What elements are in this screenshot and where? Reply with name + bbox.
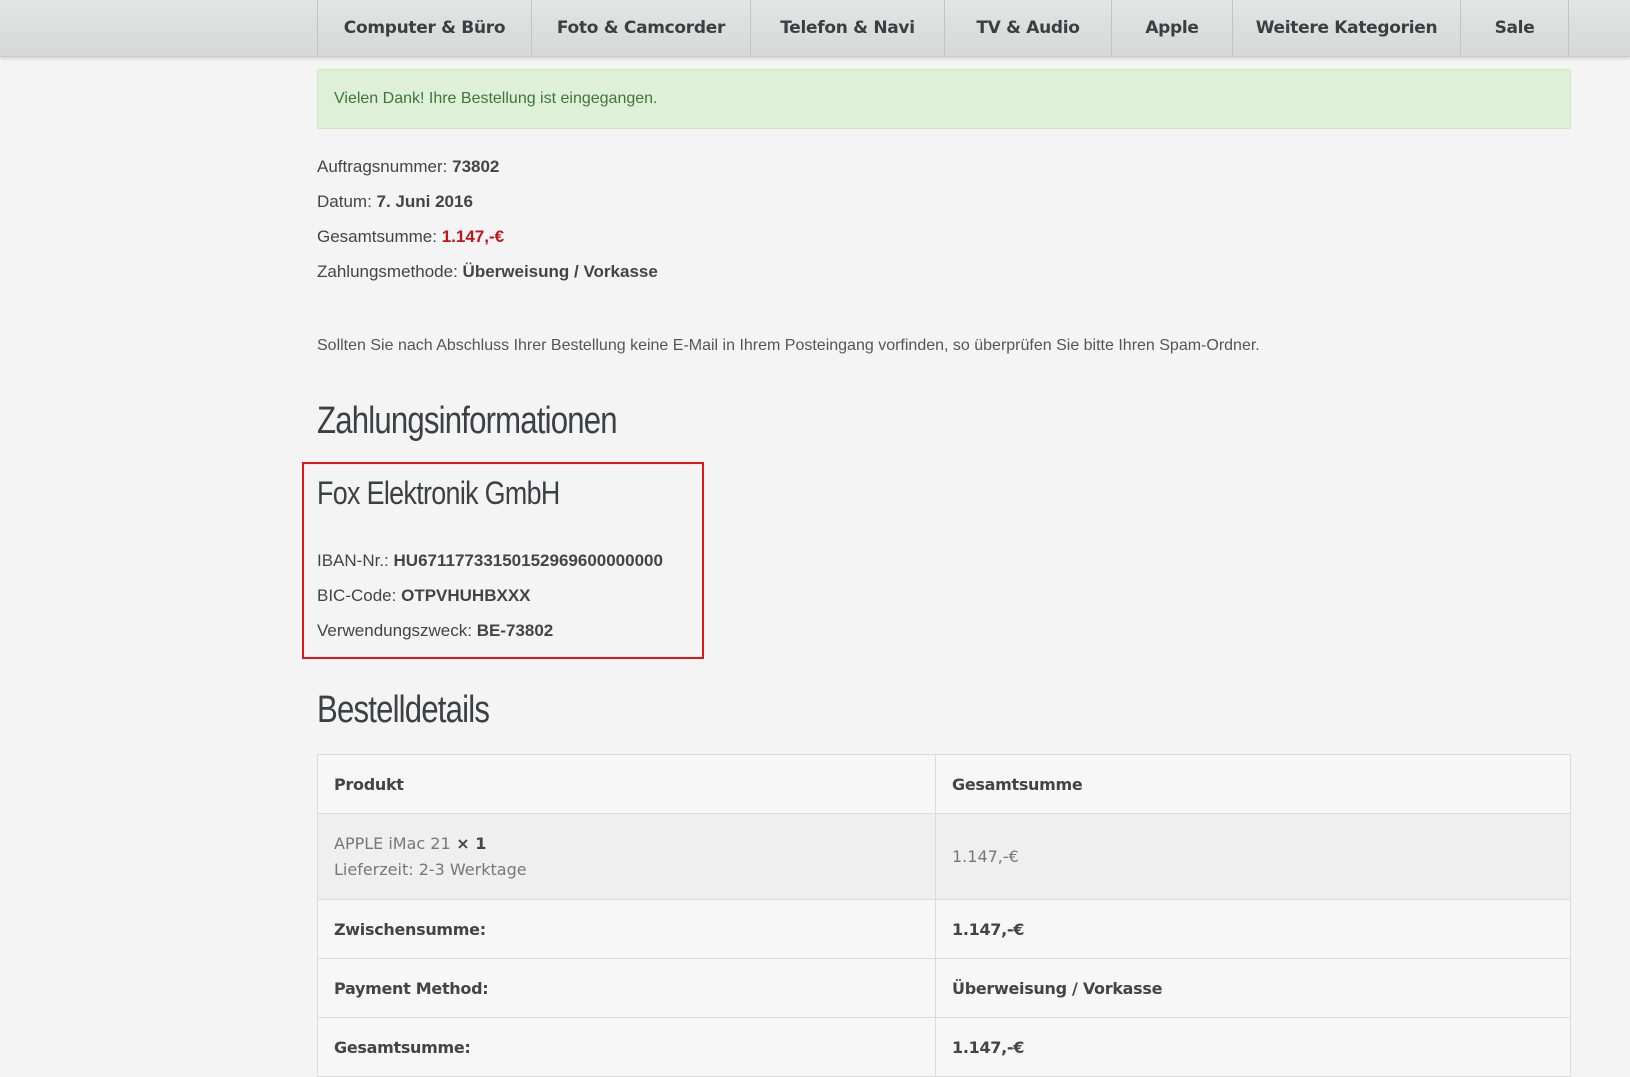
iban-line: IBAN-Nr.: HU67117733150152969600000000 (317, 551, 663, 571)
nav-item-foto-camcorder[interactable]: Foto & Camcorder (532, 0, 751, 56)
payment-method-row-label: Payment Method: (317, 958, 936, 1018)
payment-method-label: Zahlungsmethode: (317, 262, 463, 281)
table-row: APPLE iMac 21 × 1 Lieferzeit: 2-3 Werkta… (317, 813, 1571, 900)
nav-item-sale[interactable]: Sale (1461, 0, 1569, 56)
order-number-value: 73802 (452, 157, 500, 176)
order-date-label: Datum: (317, 192, 377, 211)
product-cell: APPLE iMac 21 × 1 Lieferzeit: 2-3 Werkta… (317, 813, 936, 900)
main-nav: Computer & Büro Foto & Camcorder Telefon… (317, 0, 1569, 56)
order-date-line: Datum: 7. Juni 2016 (317, 192, 473, 212)
product-qty: × 1 (450, 833, 487, 853)
order-number-label: Auftragsnummer: (317, 157, 453, 176)
payment-info-heading: Zahlungsinformationen (317, 400, 618, 442)
product-delivery-time: Lieferzeit: 2-3 Werktage (334, 859, 527, 879)
nav-item-telefon-navi[interactable]: Telefon & Navi (751, 0, 945, 56)
company-name: Fox Elektronik GmbH (317, 475, 560, 511)
subtotal-value: 1.147,-€ (935, 899, 1571, 959)
nav-item-weitere-kategorien[interactable]: Weitere Kategorien (1233, 0, 1461, 56)
table-row: Gesamtsumme: 1.147,-€ (317, 1017, 1571, 1077)
order-number-line: Auftragsnummer: 73802 (317, 157, 499, 177)
bic-value: OTPVHUHBXXX (401, 586, 531, 605)
subtotal-label: Zwischensumme: (317, 899, 936, 959)
order-details-table: Produkt Gesamtsumme APPLE iMac 21 × 1 Li… (317, 754, 1571, 1077)
iban-value: HU67117733150152969600000000 (393, 551, 663, 570)
table-row: Zwischensumme: 1.147,-€ (317, 899, 1571, 959)
spam-notice: Sollten Sie nach Abschluss Ihrer Bestell… (317, 337, 1260, 354)
nav-item-apple[interactable]: Apple (1112, 0, 1233, 56)
payment-method-line: Zahlungsmethode: Überweisung / Vorkasse (317, 262, 658, 282)
grand-total-label: Gesamtsumme: (317, 1017, 936, 1077)
order-total-value: 1.147,-€ (441, 227, 505, 246)
table-row: Payment Method: Überweisung / Vorkasse (317, 958, 1571, 1018)
order-total-label: Gesamtsumme: (317, 227, 442, 246)
bic-line: BIC-Code: OTPVHUHBXXX (317, 586, 531, 606)
column-header-product: Produkt (317, 754, 936, 814)
table-header-row: Produkt Gesamtsumme (317, 754, 1571, 814)
payment-method-value: Überweisung / Vorkasse (462, 262, 658, 281)
top-navigation-bar: Computer & Büro Foto & Camcorder Telefon… (0, 0, 1630, 57)
grand-total-value: 1.147,-€ (935, 1017, 1571, 1077)
order-total-line: Gesamtsumme: 1.147,-€ (317, 227, 504, 247)
order-date-value: 7. Juni 2016 (376, 192, 473, 211)
reference-line: Verwendungszweck: BE-73802 (317, 621, 553, 641)
iban-label: IBAN-Nr.: (317, 551, 394, 570)
column-header-total: Gesamtsumme (935, 754, 1571, 814)
bic-label: BIC-Code: (317, 586, 402, 605)
payment-method-row-value: Überweisung / Vorkasse (935, 958, 1571, 1018)
product-total-cell: 1.147,-€ (935, 813, 1571, 900)
success-alert: Vielen Dank! Ihre Bestellung ist eingega… (317, 69, 1571, 129)
reference-label: Verwendungszweck: (317, 621, 477, 640)
reference-value: BE-73802 (476, 621, 554, 640)
nav-item-computer-buero[interactable]: Computer & Büro (318, 0, 532, 56)
order-details-heading: Bestelldetails (317, 689, 490, 731)
nav-item-tv-audio[interactable]: TV & Audio (945, 0, 1112, 56)
product-name: APPLE iMac 21 (334, 833, 451, 853)
